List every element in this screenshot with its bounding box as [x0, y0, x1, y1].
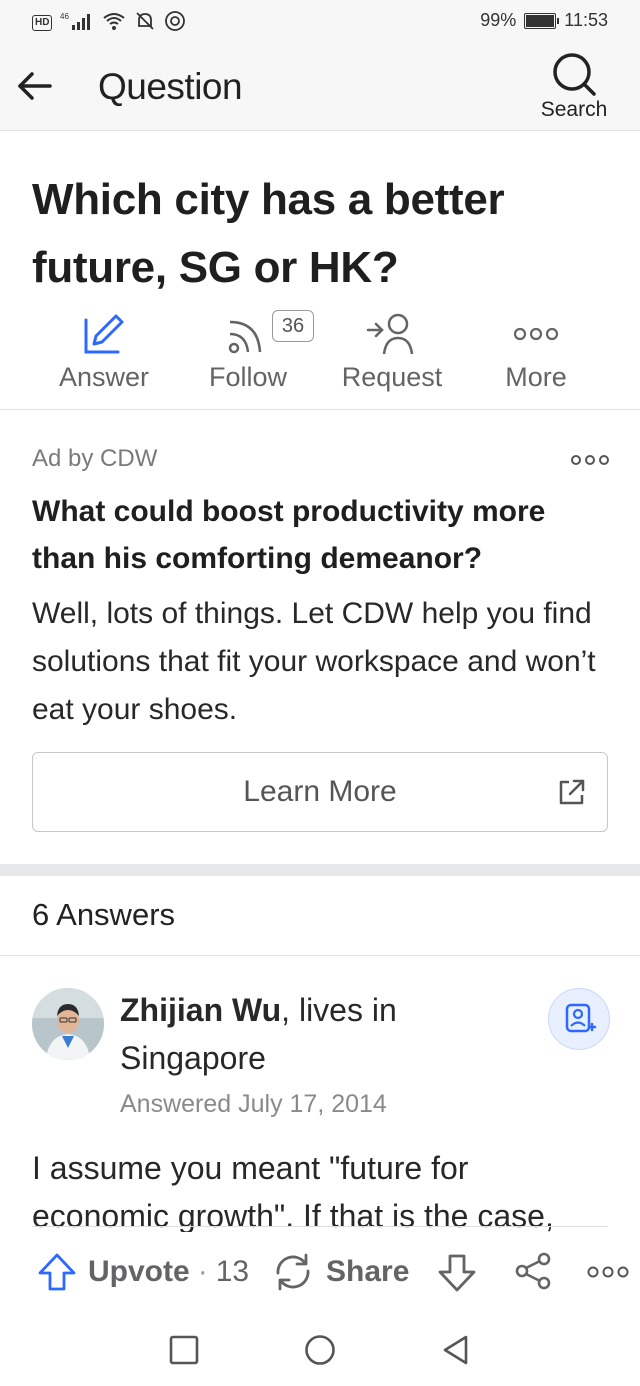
answer-label: Answer — [58, 362, 150, 392]
battery-percent: 99% — [480, 10, 517, 30]
author-line: Zhijian Wu, lives in Singapore — [120, 986, 530, 1082]
follow-count-badge: 36 — [272, 310, 314, 342]
back-arrow-icon[interactable] — [14, 66, 54, 106]
app-header: Question Search — [0, 44, 640, 131]
recents-square-icon[interactable] — [168, 1334, 200, 1366]
nfc-icon — [164, 10, 186, 35]
more-label: More — [505, 362, 567, 392]
pencil-edit-icon — [32, 310, 176, 358]
mute-bell-icon — [134, 10, 156, 35]
answer-button[interactable]: Answer — [32, 306, 176, 406]
status-bar: HD 46 99% 11:53 — [0, 0, 640, 44]
upvote-button[interactable]: Upvote · 13 — [36, 1250, 249, 1294]
upvote-label: Upvote — [88, 1255, 190, 1288]
learn-more-button[interactable]: Learn More — [32, 752, 608, 832]
upvote-count: 13 — [215, 1255, 250, 1288]
answer-overflow-icon[interactable] — [586, 1262, 630, 1282]
page-title: Question — [98, 66, 243, 107]
refresh-share-icon — [276, 1253, 310, 1291]
answers-count: 6 Answers — [32, 897, 176, 932]
request-user-icon — [320, 310, 464, 358]
more-dots-icon — [464, 310, 608, 358]
section-divider — [0, 864, 640, 876]
ad-headline[interactable]: What could boost productivity more than … — [32, 488, 612, 582]
system-nav-bar — [0, 1312, 640, 1386]
downvote-arrow-icon[interactable] — [436, 1252, 478, 1294]
question-actions: Answer Follow Request More — [0, 306, 640, 406]
follow-label: Follow — [208, 362, 288, 392]
avatar[interactable] — [32, 988, 104, 1060]
search-label: Search — [540, 98, 608, 121]
upvote-arrow-icon — [38, 1253, 76, 1291]
wifi-icon — [102, 11, 126, 34]
share-button[interactable]: Share — [272, 1250, 409, 1294]
question-title: Which city has a better future, SG or HK… — [32, 175, 505, 292]
answer-date: Answered July 17, 2014 — [120, 1090, 387, 1118]
hd-indicator: HD — [32, 14, 53, 31]
status-left-icons: HD 46 — [32, 10, 186, 35]
home-circle-icon[interactable] — [304, 1334, 336, 1366]
answer-text[interactable]: I assume you meant "future for economic … — [32, 1144, 612, 1232]
follow-person-icon — [565, 1003, 597, 1033]
divider — [0, 409, 640, 410]
ad-overflow-icon[interactable] — [570, 450, 610, 470]
more-button[interactable]: More — [464, 306, 608, 406]
author-name[interactable]: Zhijian Wu — [120, 992, 281, 1028]
answer-action-bar: Upvote · 13 Share — [32, 1232, 632, 1312]
battery-icon — [524, 12, 560, 29]
back-triangle-icon[interactable] — [440, 1334, 472, 1366]
learn-more-label: Learn More — [243, 775, 397, 808]
divider — [32, 1226, 608, 1227]
clock: 11:53 — [564, 10, 608, 30]
share-label: Share — [326, 1255, 410, 1288]
divider — [0, 955, 640, 956]
request-label: Request — [341, 362, 443, 392]
status-right: 99% 11:53 — [480, 10, 608, 31]
ad-sponsor-label: Ad by CDW — [32, 445, 158, 472]
external-link-icon — [557, 777, 587, 807]
separator-dot: · — [197, 1255, 208, 1288]
search-button[interactable]: Search — [534, 50, 614, 124]
ad-body: Well, lots of things. Let CDW help you f… — [32, 597, 596, 726]
request-button[interactable]: Request — [320, 306, 464, 406]
cell-signal-icon: 46 — [60, 11, 94, 34]
svg-text:46: 46 — [60, 12, 69, 21]
search-icon — [553, 53, 596, 96]
share-nodes-icon[interactable] — [512, 1250, 554, 1292]
follow-author-button[interactable] — [548, 988, 610, 1050]
